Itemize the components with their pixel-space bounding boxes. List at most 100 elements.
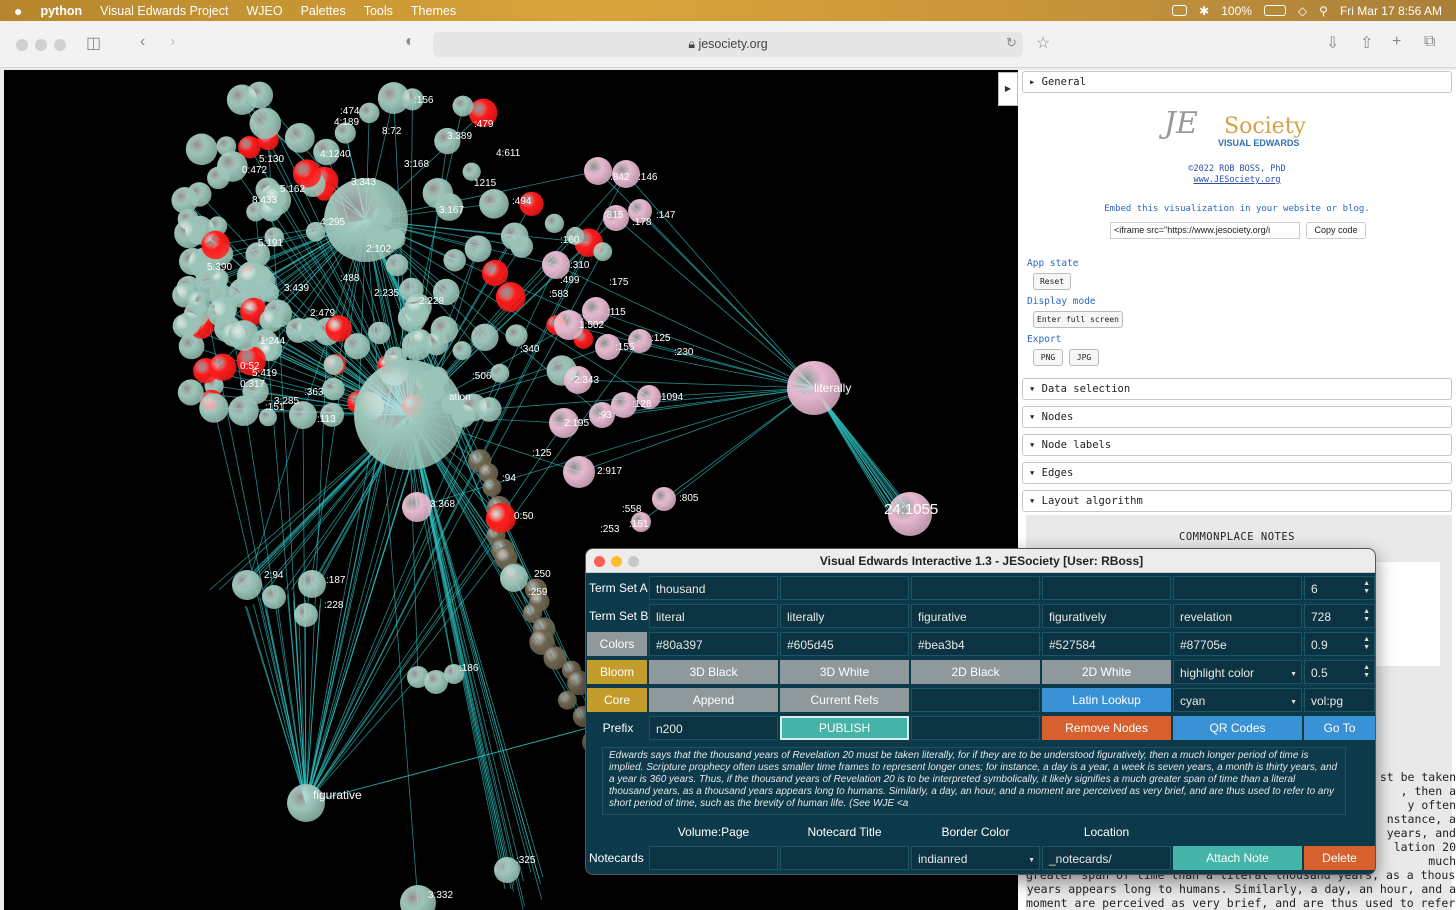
border-color-select[interactable]: indianred ▼ bbox=[911, 846, 1040, 870]
reset-button[interactable]: Reset bbox=[1033, 273, 1071, 290]
3d-black-button[interactable]: 3D Black bbox=[649, 660, 778, 684]
empty-field[interactable] bbox=[911, 688, 1040, 712]
new-tab-icon[interactable]: + bbox=[1392, 33, 1401, 51]
spinner-arrows-icon[interactable]: ▲ ▼ bbox=[1363, 636, 1370, 652]
iframe-code-field[interactable]: <iframe src="https://www.jesociety.org/i bbox=[1110, 222, 1300, 239]
section-node-labels[interactable]: ▾ Node labels bbox=[1022, 434, 1452, 456]
term-b-field[interactable]: literally bbox=[780, 604, 909, 628]
note-textarea[interactable]: Edwards says that the thousand years of … bbox=[602, 747, 1346, 815]
2d-white-button[interactable]: 2D White bbox=[1042, 660, 1171, 684]
core-button[interactable]: Core bbox=[587, 688, 647, 712]
graph-edge[interactable] bbox=[663, 387, 815, 500]
3d-white-button[interactable]: 3D White bbox=[780, 660, 909, 684]
graph-node[interactable] bbox=[563, 456, 595, 488]
volume-page-field[interactable] bbox=[649, 846, 778, 870]
graph-node[interactable] bbox=[228, 320, 260, 352]
status-icon[interactable] bbox=[1172, 5, 1188, 16]
notecard-title-field[interactable] bbox=[780, 846, 909, 870]
term-b-field[interactable]: figurative bbox=[911, 604, 1040, 628]
graph-node[interactable] bbox=[443, 248, 466, 272]
search-icon[interactable]: ⚲ bbox=[1319, 4, 1328, 18]
color-field[interactable]: #527584 bbox=[1042, 632, 1171, 656]
graph-node[interactable] bbox=[323, 354, 344, 375]
graph-node[interactable] bbox=[322, 377, 345, 401]
collapse-panel-button[interactable]: ▶ bbox=[998, 72, 1018, 106]
section-general[interactable]: ▸ General bbox=[1022, 71, 1452, 93]
graph-node[interactable] bbox=[486, 503, 516, 533]
graph-node[interactable] bbox=[262, 585, 286, 609]
graph-node[interactable] bbox=[368, 321, 391, 345]
term-a-field[interactable] bbox=[780, 576, 909, 600]
colors-button[interactable]: Colors bbox=[587, 632, 647, 656]
zoom-button[interactable] bbox=[628, 556, 639, 567]
export-jpg-button[interactable]: JPG bbox=[1069, 349, 1099, 366]
apple-icon[interactable]: ● bbox=[0, 3, 31, 19]
graph-node[interactable] bbox=[452, 341, 472, 361]
section-nodes[interactable]: ▾ Nodes bbox=[1022, 406, 1452, 428]
graph-node[interactable] bbox=[209, 353, 237, 381]
graph-node[interactable] bbox=[359, 102, 380, 124]
battery-icon[interactable] bbox=[1263, 5, 1286, 16]
term-a-field[interactable]: thousand bbox=[649, 576, 778, 600]
graph-node[interactable] bbox=[177, 379, 204, 406]
graph-node[interactable] bbox=[298, 570, 326, 598]
color-field[interactable]: #80a397 bbox=[649, 632, 778, 656]
minimize-button[interactable] bbox=[611, 556, 622, 567]
forward-icon[interactable]: › bbox=[170, 33, 175, 51]
graph-node[interactable] bbox=[259, 309, 283, 333]
graph-node[interactable] bbox=[471, 323, 499, 351]
location-field[interactable]: _notecards/ bbox=[1042, 846, 1171, 870]
graph-node[interactable] bbox=[385, 253, 409, 277]
graph-node[interactable] bbox=[325, 315, 353, 342]
spinner-arrows-icon[interactable]: ▲ ▼ bbox=[1363, 580, 1370, 596]
bloom-spinner[interactable]: 0.5 ▲ ▼ bbox=[1304, 660, 1375, 684]
delete-button[interactable]: Delete bbox=[1304, 846, 1375, 870]
go-to-button[interactable]: Go To bbox=[1304, 716, 1375, 740]
graph-node[interactable] bbox=[249, 107, 282, 140]
menu-item[interactable]: Tools bbox=[355, 4, 402, 18]
graph-node[interactable] bbox=[557, 690, 577, 710]
menu-item[interactable]: Visual Edwards Project bbox=[91, 4, 237, 18]
graph-node[interactable] bbox=[652, 487, 676, 511]
graph-node[interactable] bbox=[232, 570, 262, 600]
highlight-color-select[interactable]: highlight color ▼ bbox=[1173, 660, 1302, 684]
term-a-field[interactable] bbox=[911, 576, 1040, 600]
copy-code-button[interactable]: Copy code bbox=[1306, 222, 1366, 239]
color-field[interactable]: #bea3b4 bbox=[911, 632, 1040, 656]
graph-node[interactable] bbox=[294, 603, 318, 627]
graph-edge[interactable] bbox=[408, 414, 525, 907]
section-layout-algorithm[interactable]: ▾ Layout algorithm bbox=[1022, 490, 1452, 512]
graph-node[interactable] bbox=[178, 247, 207, 276]
empty-field[interactable] bbox=[911, 716, 1040, 740]
opacity-spinner[interactable]: 0.9 ▲ ▼ bbox=[1304, 632, 1375, 656]
graph-node[interactable] bbox=[452, 95, 474, 117]
spinner-arrows-icon[interactable]: ▲ ▼ bbox=[1363, 664, 1370, 680]
graph-node[interactable] bbox=[185, 133, 218, 166]
bluetooth-icon[interactable]: ✱ bbox=[1199, 4, 1209, 18]
sidebar-icon[interactable]: ◫ bbox=[86, 33, 101, 53]
graph-hub-node[interactable] bbox=[354, 360, 464, 470]
graph-node[interactable] bbox=[174, 218, 204, 249]
graph-node[interactable] bbox=[490, 363, 510, 383]
spinner-arrows-icon[interactable]: ▲ ▼ bbox=[1363, 608, 1370, 624]
graph-node[interactable] bbox=[482, 477, 502, 497]
graph-node[interactable] bbox=[500, 222, 529, 251]
graph-node[interactable] bbox=[476, 396, 502, 422]
menu-item[interactable]: Themes bbox=[402, 4, 465, 18]
graph-edge[interactable] bbox=[305, 331, 328, 804]
graph-node[interactable] bbox=[199, 393, 229, 423]
graph-node[interactable] bbox=[285, 317, 311, 343]
graph-node[interactable] bbox=[481, 259, 509, 287]
color-select[interactable]: cyan ▼ bbox=[1173, 688, 1302, 712]
graph-node[interactable] bbox=[236, 261, 267, 291]
graph-node[interactable] bbox=[411, 329, 431, 349]
graph-edge[interactable] bbox=[408, 414, 540, 880]
zoom-window-button[interactable] bbox=[54, 39, 66, 51]
graph-node[interactable] bbox=[479, 188, 509, 219]
fullscreen-button[interactable]: Enter full screen bbox=[1033, 311, 1123, 328]
graph-node[interactable] bbox=[201, 230, 230, 260]
export-png-button[interactable]: PNG bbox=[1033, 349, 1063, 366]
publish-button[interactable]: PUBLISH bbox=[780, 716, 909, 740]
menu-item[interactable]: WJEO bbox=[237, 4, 291, 18]
color-field[interactable]: #605d45 bbox=[780, 632, 909, 656]
